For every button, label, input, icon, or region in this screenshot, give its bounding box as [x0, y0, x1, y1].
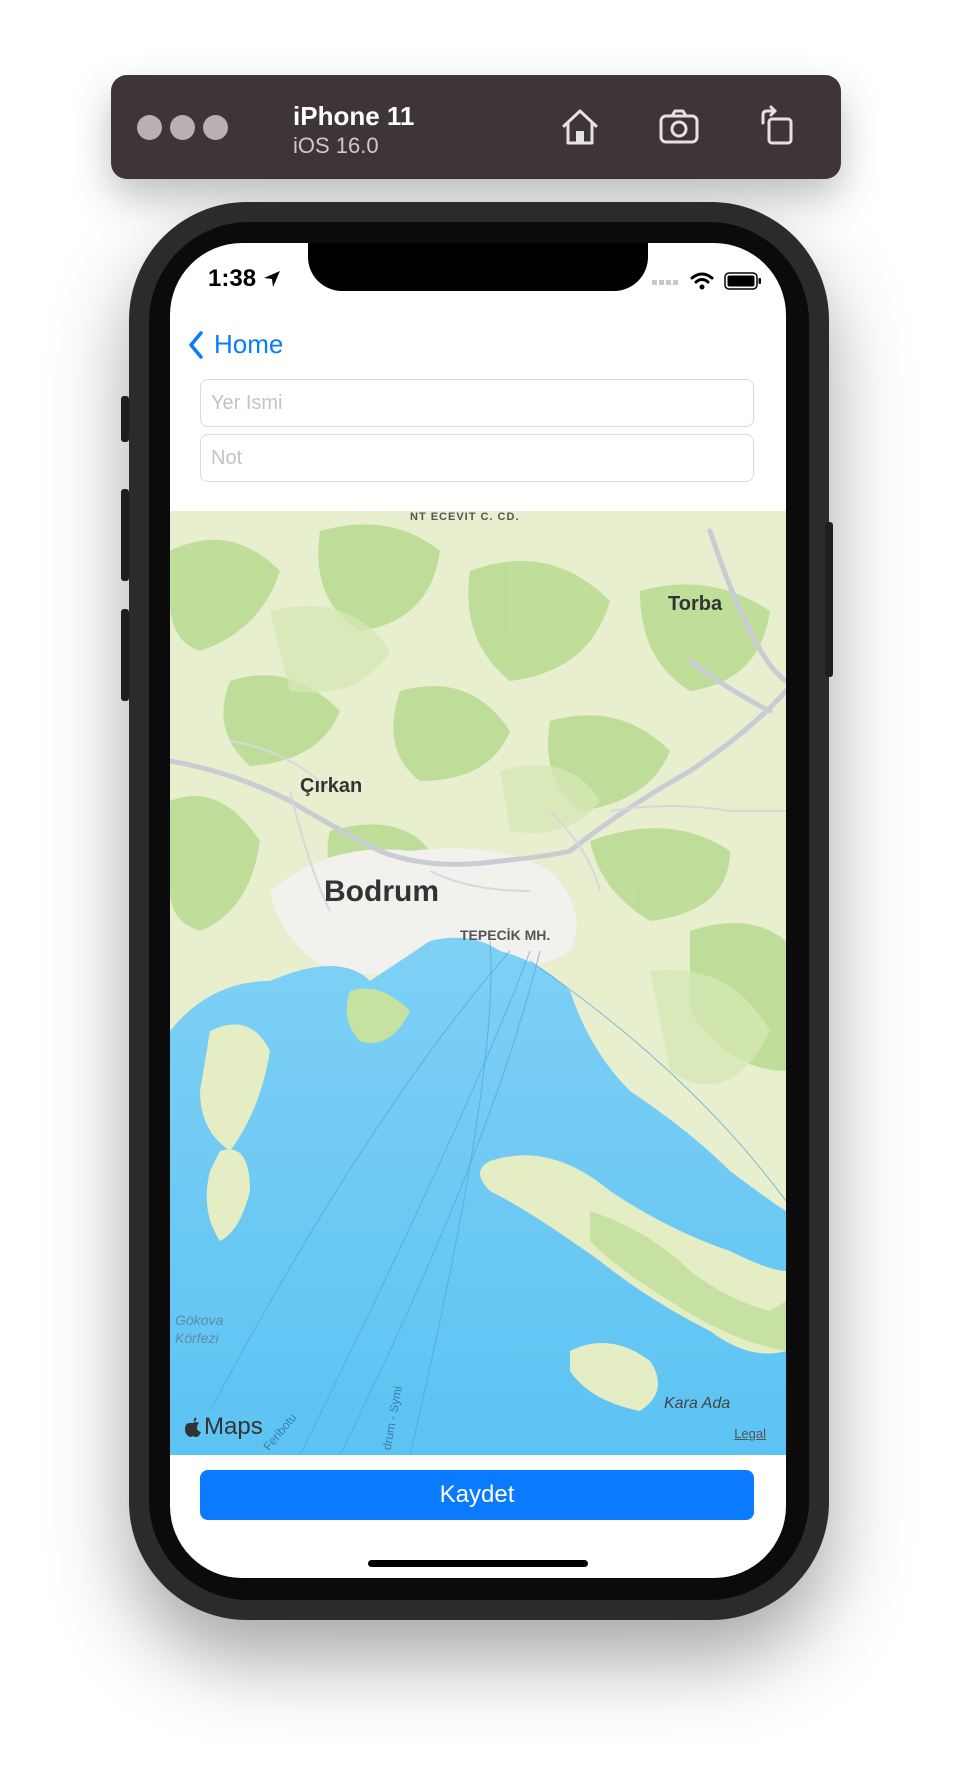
home-indicator — [368, 1560, 588, 1567]
simulator-toolbar: iPhone 11 iOS 16.0 — [111, 75, 841, 179]
battery-icon — [724, 272, 761, 290]
note-input[interactable] — [200, 434, 754, 482]
wifi-icon — [690, 272, 714, 290]
place-name-input[interactable] — [200, 379, 754, 427]
rotate-icon[interactable] — [753, 103, 801, 151]
save-button-label: Kaydet — [439, 1481, 515, 1508]
os-version: iOS 16.0 — [293, 133, 379, 158]
volume-up-button — [121, 489, 129, 581]
apple-maps-logo[interactable]: Maps — [184, 1413, 263, 1441]
status-time: 1:38 — [208, 265, 281, 293]
map-label-gokova: Gökova Körfezi — [175, 1312, 224, 1346]
home-icon[interactable] — [556, 103, 604, 151]
apple-icon — [185, 1417, 201, 1437]
map-label-road: NT ECEVIT C. CD. — [410, 511, 520, 523]
volume-down-button — [121, 609, 129, 701]
status-indicators — [652, 269, 762, 293]
device-name: iPhone 11 — [293, 101, 415, 131]
device-screen: 1:38 Home Yer Ismi Not NT ECEVIT C. CD. … — [170, 243, 786, 1578]
legal-link[interactable]: Legal — [734, 1426, 766, 1441]
chevron-left-icon — [189, 330, 203, 359]
power-button — [825, 522, 833, 677]
save-button[interactable]: Kaydet — [200, 1470, 754, 1520]
close-window-button[interactable] — [137, 115, 162, 140]
zoom-window-button[interactable] — [203, 115, 228, 140]
cellular-signal-icon — [652, 280, 678, 285]
location-arrow-icon — [263, 271, 280, 287]
map-label-cirkan: Çırkan — [300, 775, 363, 797]
notch — [308, 243, 648, 291]
map-label-bodrum: Bodrum — [324, 875, 439, 908]
screenshot-icon[interactable] — [655, 103, 703, 151]
map-label-kara-ada: Kara Ada — [664, 1395, 731, 1412]
back-button[interactable]: Home — [188, 329, 283, 360]
silent-switch — [121, 396, 129, 442]
map-label-tepecik: TEPECİK MH. — [460, 927, 551, 943]
map-label-torba: Torba — [668, 593, 723, 615]
back-button-label: Home — [214, 329, 284, 359]
map-view[interactable]: NT ECEVIT C. CD. Torba Çırkan Bodrum TEP… — [170, 511, 786, 1455]
minimize-window-button[interactable] — [170, 115, 195, 140]
